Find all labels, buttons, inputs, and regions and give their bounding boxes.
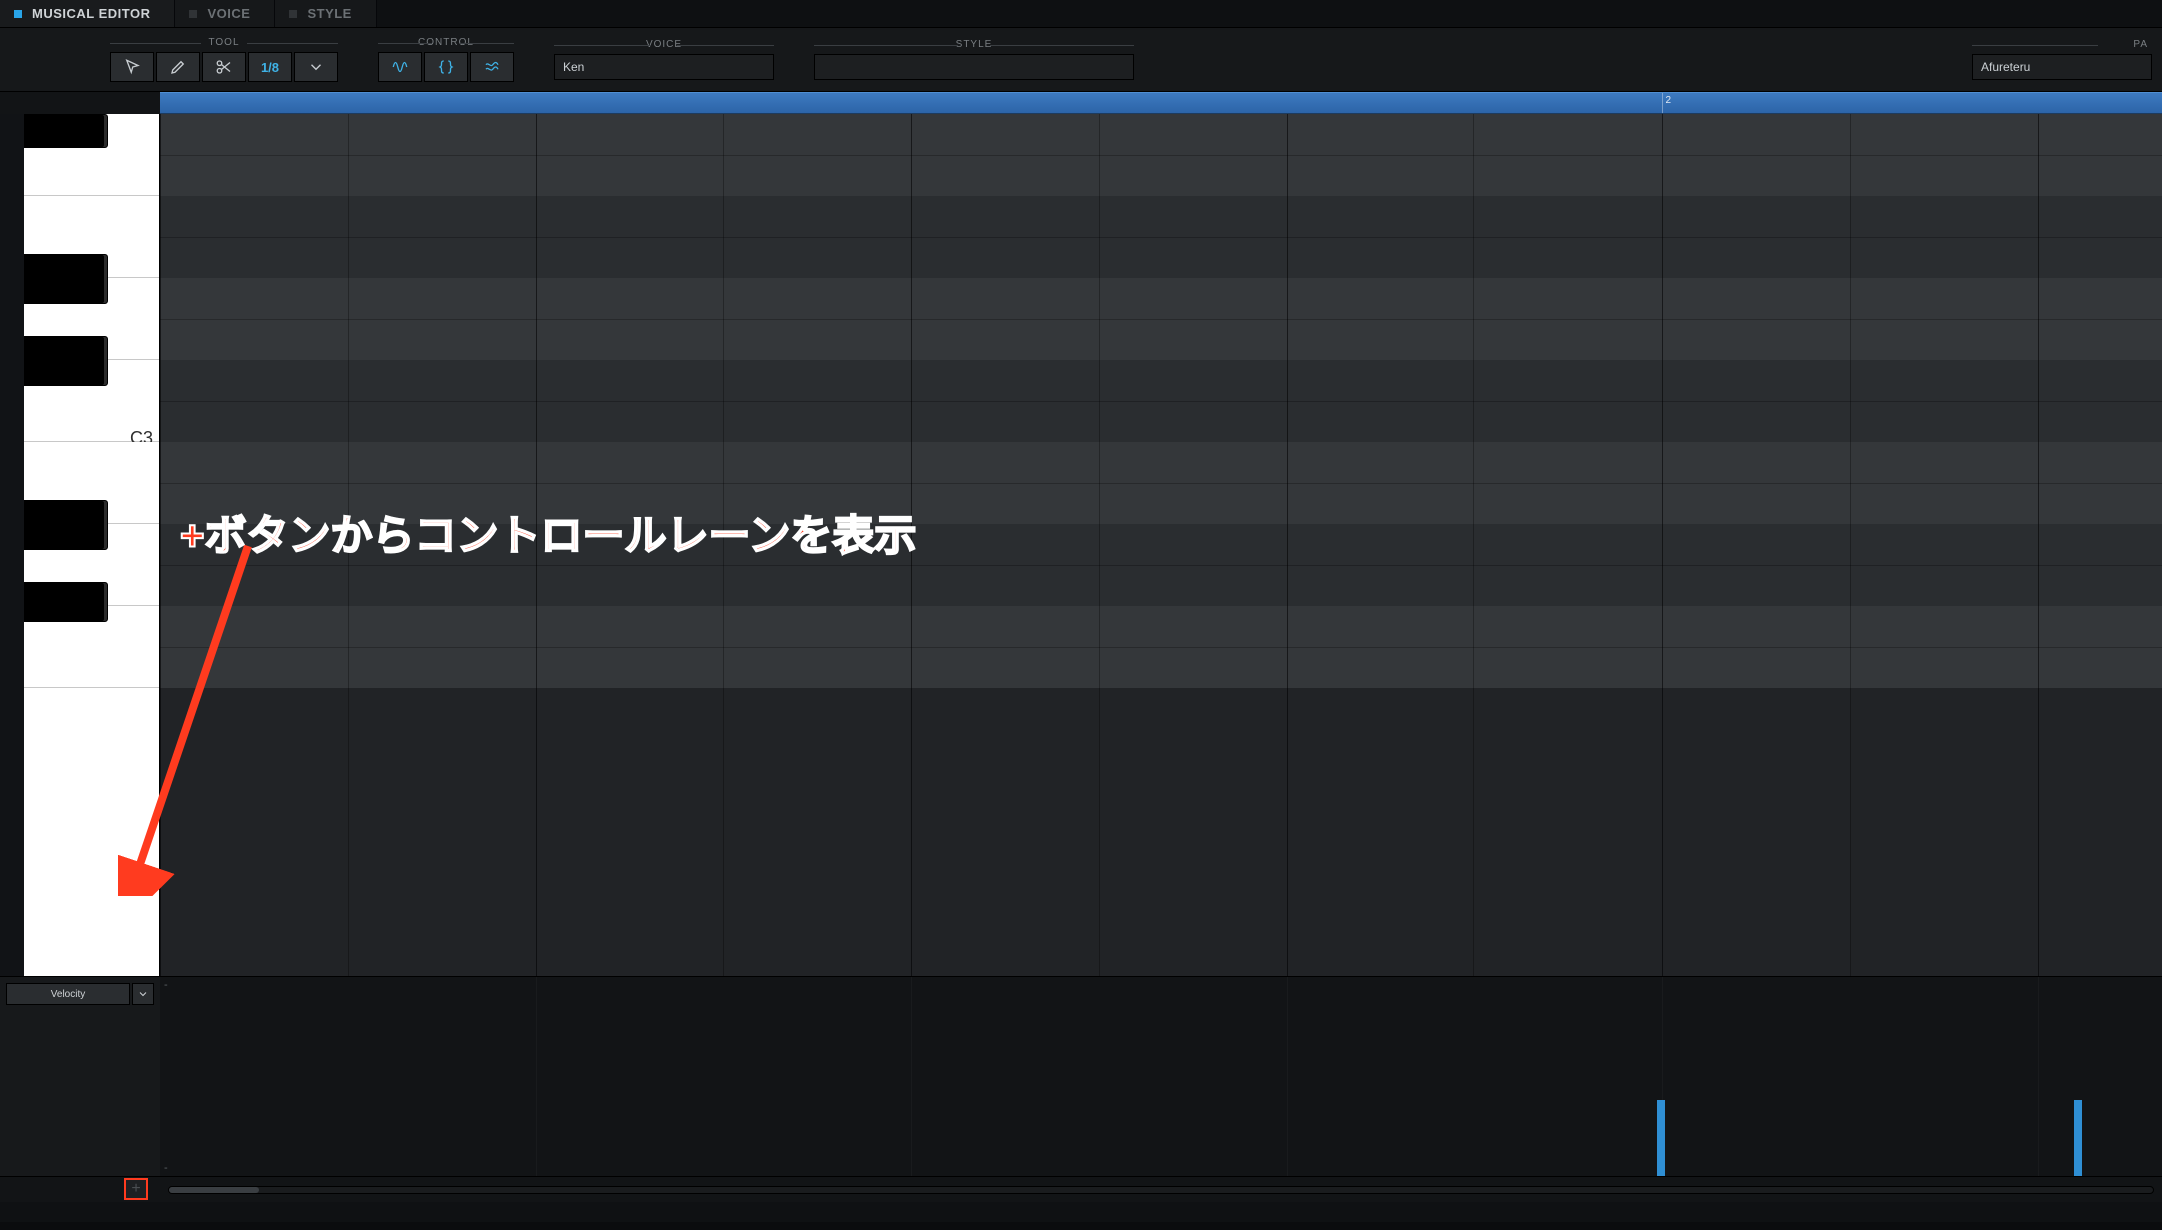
main-area: 2 C3 (0, 92, 2162, 1202)
arrow-tool-button[interactable] (110, 52, 154, 82)
tab-indicator-icon (289, 10, 297, 18)
scroll-thumb[interactable] (169, 1187, 259, 1193)
velocity-bar[interactable] (1657, 1100, 1665, 1176)
note-grid[interactable] (160, 114, 2162, 976)
pencil-icon (169, 58, 187, 76)
editor: C3 (0, 114, 2162, 976)
control-section: CONTROL (378, 37, 514, 82)
braces-icon (437, 58, 455, 76)
scroll-track[interactable] (168, 1186, 2154, 1194)
lane-left-panel: Velocity (0, 977, 160, 1176)
quantize-dropdown-button[interactable] (294, 52, 338, 82)
velocity-bar[interactable] (2074, 1100, 2082, 1176)
lane-body[interactable]: - - (160, 977, 2162, 1176)
black-key[interactable] (24, 254, 108, 304)
plus-icon: + (131, 1181, 140, 1197)
piano-keys[interactable]: C3 (24, 114, 159, 976)
horizontal-scrollbar[interactable] (160, 1177, 2162, 1202)
black-key[interactable] (24, 500, 108, 550)
tab-label: VOICE (207, 6, 250, 21)
draw-tool-button[interactable] (156, 52, 200, 82)
style-section: STYLE (814, 39, 1134, 80)
add-lane-button[interactable]: + (124, 1178, 148, 1200)
time-ruler[interactable]: 2 (160, 92, 2162, 114)
lane-type-dropdown[interactable] (132, 983, 154, 1005)
param-value: Afureteru (1981, 60, 2030, 74)
param-field[interactable]: Afureteru (1972, 54, 2152, 80)
tab-style[interactable]: STYLE (275, 0, 376, 27)
lane-tick-bottom: - (164, 1162, 168, 1174)
lane-type-label: Velocity (51, 989, 85, 1000)
bottom-bar: + (0, 1176, 2162, 1202)
black-key[interactable] (24, 582, 108, 622)
tab-voice[interactable]: VOICE (175, 0, 275, 27)
scissors-icon (215, 58, 233, 76)
tab-bar: MUSICAL EDITOR VOICE STYLE (0, 0, 2162, 28)
piano-panel: C3 (0, 114, 160, 976)
black-key[interactable] (24, 336, 108, 386)
section-label: STYLE (814, 39, 1134, 50)
status-bar (0, 1222, 2162, 1230)
section-label: TOOL (110, 37, 338, 48)
lane-type-button[interactable]: Velocity (6, 983, 130, 1005)
chevron-down-icon (307, 58, 325, 76)
control-lane: Velocity - - (0, 976, 2162, 1176)
lane-tick-top: - (164, 979, 168, 991)
cursor-icon (123, 58, 141, 76)
piano-body: C3 (0, 114, 159, 976)
style-field[interactable] (814, 54, 1134, 80)
voice-value: Ken (563, 60, 584, 74)
quantize-value-button[interactable]: 1/8 (248, 52, 292, 82)
approx-icon (483, 58, 501, 76)
voice-section: VOICE Ken (554, 39, 774, 80)
tab-indicator-icon (14, 10, 22, 18)
bottom-left: + (0, 1177, 160, 1202)
ruler-left-gutter (0, 92, 160, 114)
ruler-mark: 2 (1662, 93, 1675, 113)
control-braces-button[interactable] (424, 52, 468, 82)
control-vibrato-button[interactable] (470, 52, 514, 82)
cut-tool-button[interactable] (202, 52, 246, 82)
tab-label: MUSICAL EDITOR (32, 6, 150, 21)
section-label: VOICE (554, 39, 774, 50)
quantize-value: 1/8 (261, 60, 279, 75)
tab-musical-editor[interactable]: MUSICAL EDITOR (0, 0, 175, 27)
tab-indicator-icon (189, 10, 197, 18)
ruler-row: 2 (0, 92, 2162, 114)
wave-icon (391, 58, 409, 76)
param-section: PA Afureteru (1972, 39, 2152, 80)
section-label: PA (1972, 39, 2152, 50)
ruler-mark-label: 2 (1666, 95, 1672, 106)
toolbar: TOOL 1/8 CONTROL (0, 28, 2162, 92)
tool-section: TOOL 1/8 (110, 37, 338, 82)
black-key[interactable] (24, 114, 108, 148)
chevron-down-icon (137, 988, 149, 1000)
tab-label: STYLE (307, 6, 351, 21)
piano-margin (0, 114, 24, 976)
voice-field[interactable]: Ken (554, 54, 774, 80)
section-label: CONTROL (378, 37, 514, 48)
control-wave-button[interactable] (378, 52, 422, 82)
lane-selector: Velocity (6, 983, 154, 1005)
